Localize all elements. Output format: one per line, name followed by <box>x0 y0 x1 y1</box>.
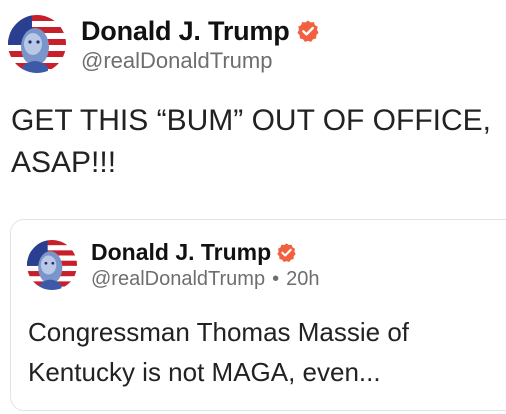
post-author: Donald J. Trump @realDonaldTrump <box>8 14 320 74</box>
avatar-flag-portrait-icon <box>8 15 66 73</box>
avatar[interactable] <box>8 15 66 73</box>
quoted-avatar <box>27 239 77 290</box>
quoted-handle: @realDonaldTrump <box>91 268 266 290</box>
author-text: Donald J. Trump @realDonaldTrump <box>81 14 320 74</box>
quoted-post-text: Congressman Thomas Massie of Kentucky is… <box>28 317 410 387</box>
quoted-meta: @realDonaldTrump • 20h <box>91 268 319 291</box>
avatar-flag-portrait-icon <box>27 239 77 290</box>
quoted-name-row: Donald J. Trump <box>91 238 319 266</box>
quoted-author-text: Donald J. Trump @realDonaldTrump • 20h <box>91 238 319 291</box>
verified-badge-icon <box>276 242 297 263</box>
quoted-post-author: Donald J. Trump @realDonaldTrump • 20h <box>27 238 319 291</box>
handle[interactable]: @realDonaldTrump <box>81 48 320 74</box>
name-row: Donald J. Trump <box>81 14 320 48</box>
quoted-timestamp: 20h <box>286 268 320 290</box>
quoted-post-card[interactable]: Donald J. Trump @realDonaldTrump • 20h Con… <box>10 219 506 411</box>
quoted-display-name: Donald J. Trump <box>91 238 272 265</box>
display-name[interactable]: Donald J. Trump <box>81 16 290 47</box>
post-text: GET THIS “BUM” OUT OF OFFICE, ASAP!!! <box>11 104 492 179</box>
verified-badge-icon <box>296 19 320 43</box>
post: Donald J. Trump @realDonaldTrump GET THI… <box>0 0 506 414</box>
meta-separator: • <box>272 268 280 290</box>
